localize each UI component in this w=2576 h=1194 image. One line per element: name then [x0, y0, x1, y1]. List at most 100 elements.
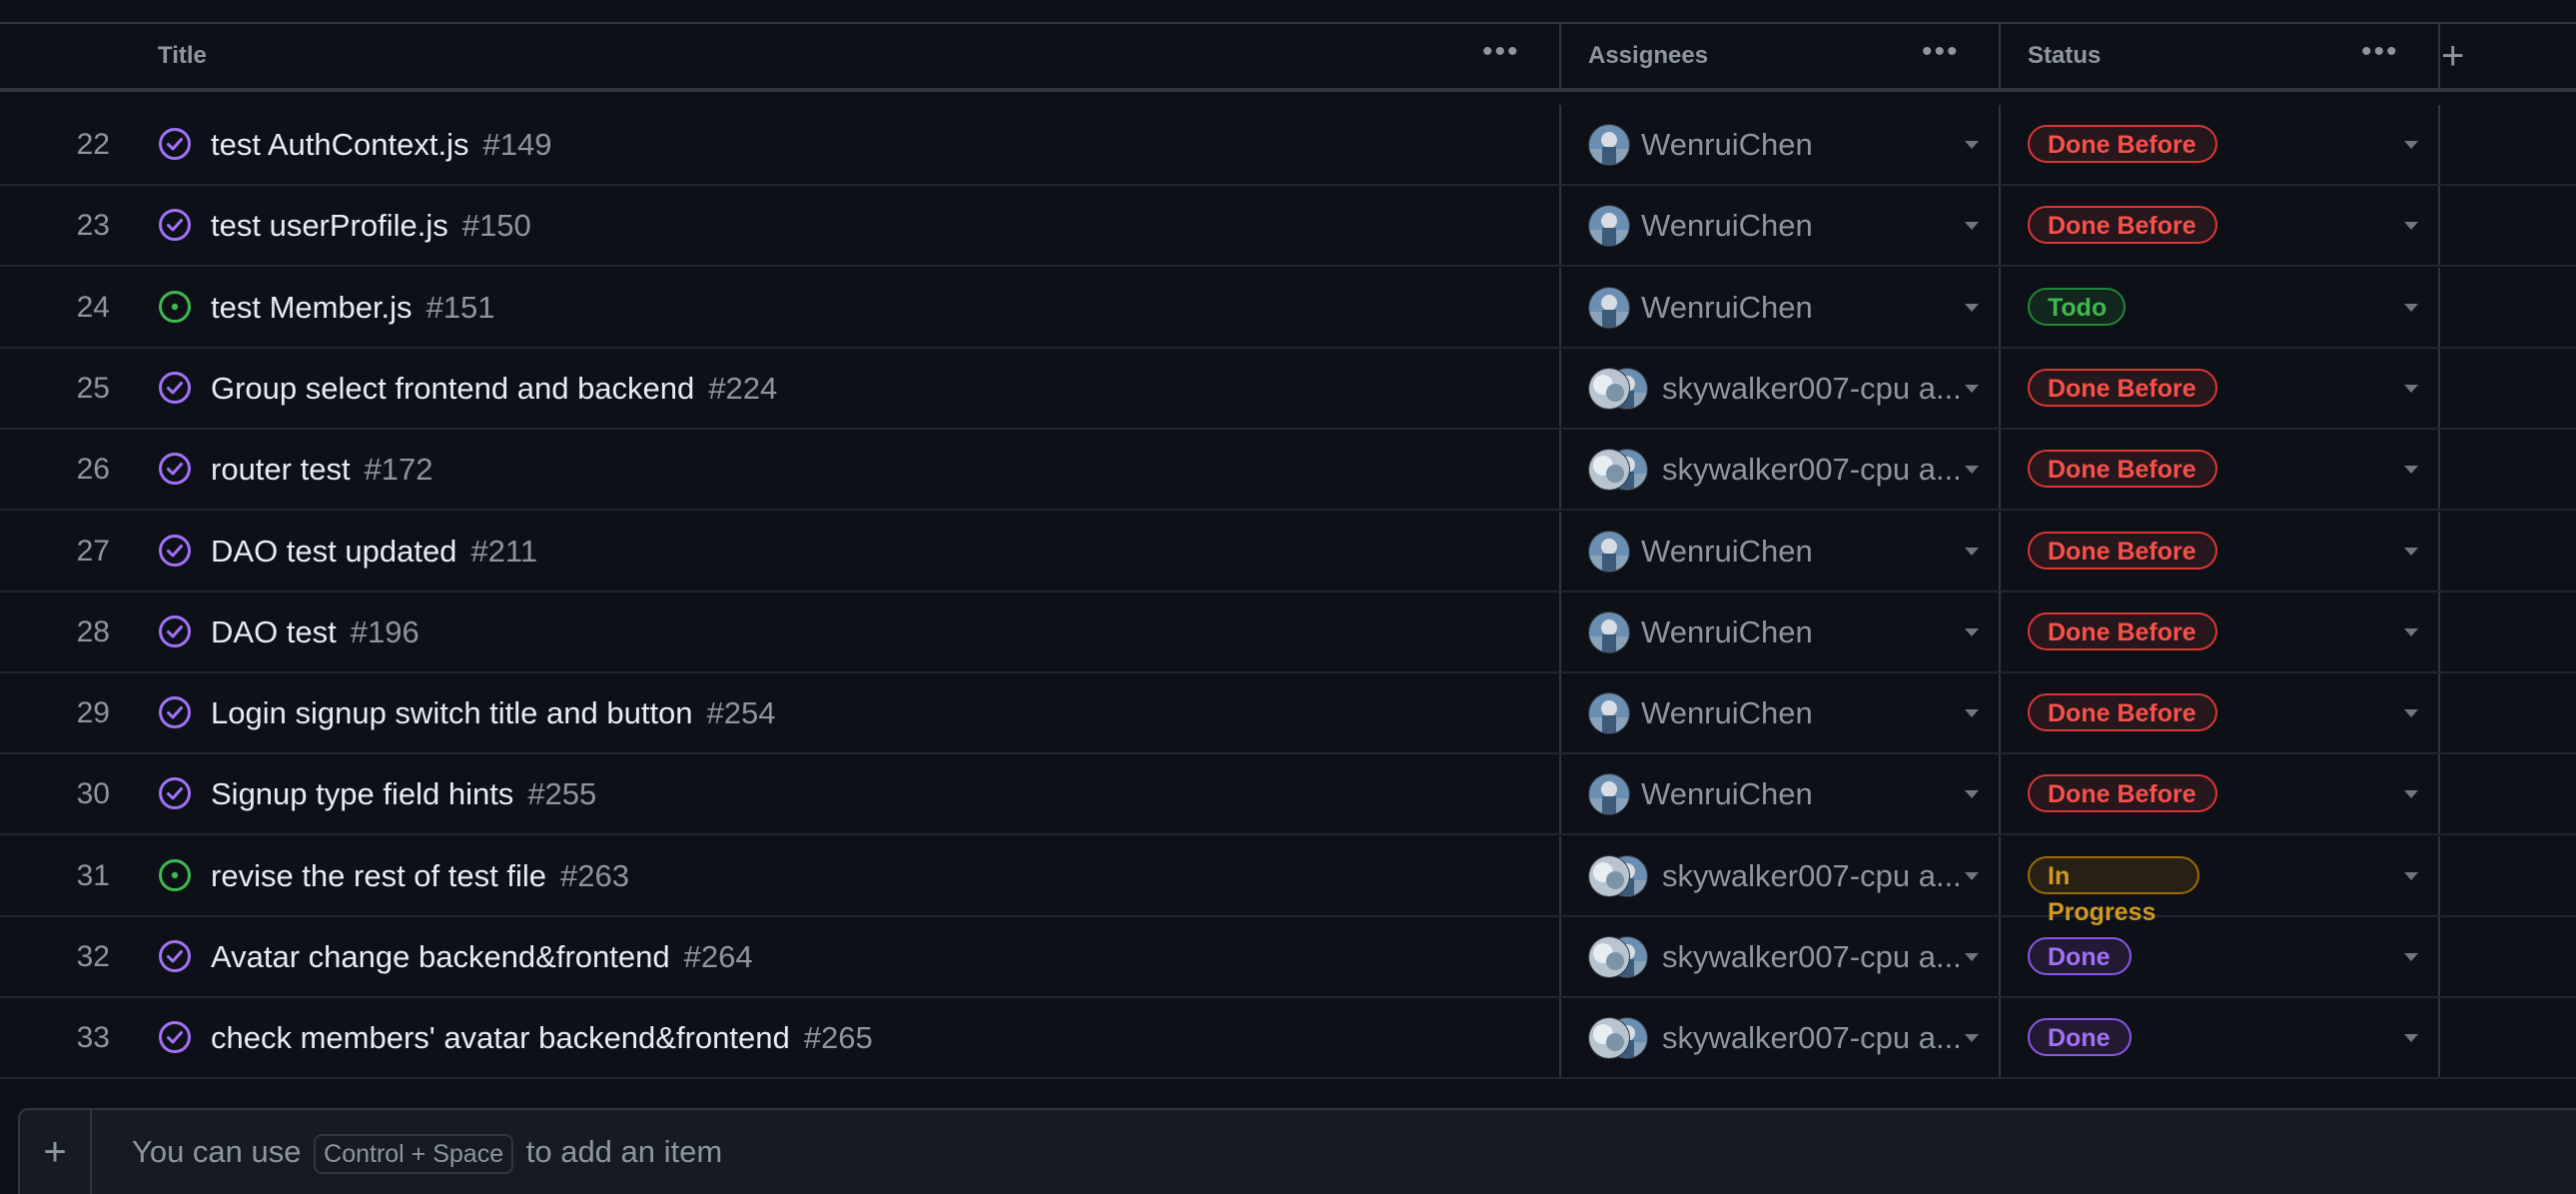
status-dropdown-caret-icon[interactable]: [2404, 709, 2418, 717]
table-row[interactable]: 28 DAO test #196 WenruiChen Done Before: [0, 593, 2576, 673]
issue-title-link[interactable]: DAO test updated: [211, 534, 456, 569]
assignees-dropdown-caret-icon[interactable]: [1965, 790, 1979, 798]
issue-number[interactable]: #224: [708, 371, 777, 406]
issue-title-cell[interactable]: revise the rest of test file #263: [211, 836, 629, 915]
assignee-name[interactable]: WenruiChen: [1641, 673, 1813, 752]
status-column-menu-icon[interactable]: •••: [2361, 37, 2399, 67]
assignee-name[interactable]: skywalker007-cpu a...: [1662, 998, 1962, 1077]
assignees-dropdown-caret-icon[interactable]: [1965, 304, 1979, 312]
issue-title-cell[interactable]: Signup type field hints #255: [211, 754, 596, 833]
issue-title-link[interactable]: Group select frontend and backend: [211, 371, 694, 406]
status-dropdown-caret-icon[interactable]: [2404, 790, 2418, 798]
status-badge[interactable]: In Progress: [2028, 856, 2199, 926]
status-dropdown-caret-icon[interactable]: [2404, 466, 2418, 474]
issue-title-cell[interactable]: test userProfile.js #150: [211, 186, 531, 265]
add-item-plus-icon[interactable]: +: [20, 1110, 92, 1194]
issue-title-cell[interactable]: test AuthContext.js #149: [211, 105, 551, 184]
issue-title-cell[interactable]: DAO test #196: [211, 593, 420, 671]
column-header-status[interactable]: Status: [2028, 24, 2101, 88]
issue-number[interactable]: #211: [470, 534, 537, 569]
status-badge[interactable]: Done Before: [2028, 532, 2217, 570]
issue-number[interactable]: #264: [684, 939, 753, 974]
issue-number[interactable]: #265: [804, 1020, 873, 1055]
assignees-dropdown-caret-icon[interactable]: [1965, 222, 1979, 230]
issue-title-cell[interactable]: Login signup switch title and button #254: [211, 673, 776, 752]
issue-title-cell[interactable]: router test #172: [211, 430, 433, 509]
column-header-title[interactable]: Title: [158, 24, 207, 88]
issue-number[interactable]: #150: [462, 208, 531, 243]
issue-title-link[interactable]: revise the rest of test file: [211, 858, 546, 893]
assignee-name[interactable]: WenruiChen: [1641, 593, 1813, 671]
issue-title-cell[interactable]: Avatar change backend&frontend #264: [211, 917, 753, 996]
assignees-column-menu-icon[interactable]: •••: [1922, 37, 1960, 67]
assignees-dropdown-caret-icon[interactable]: [1965, 385, 1979, 393]
add-item-hint[interactable]: You can use Control + Space to add an it…: [132, 1110, 722, 1194]
issue-title-link[interactable]: Avatar change backend&frontend: [211, 939, 670, 974]
table-row[interactable]: 22 test AuthContext.js #149 WenruiChen Do…: [0, 105, 2576, 186]
assignee-avatars[interactable]: [1588, 855, 1658, 897]
assignee-name[interactable]: WenruiChen: [1641, 512, 1813, 591]
table-row[interactable]: 32 Avatar change backend&frontend #264 sk…: [0, 917, 2576, 998]
issue-title-cell[interactable]: DAO test updated #211: [211, 512, 537, 591]
status-dropdown-caret-icon[interactable]: [2404, 141, 2418, 149]
column-divider[interactable]: [1559, 24, 1561, 88]
assignees-dropdown-caret-icon[interactable]: [1965, 1034, 1979, 1042]
status-dropdown-caret-icon[interactable]: [2404, 953, 2418, 961]
assignees-dropdown-caret-icon[interactable]: [1965, 628, 1979, 636]
assignees-dropdown-caret-icon[interactable]: [1965, 709, 1979, 717]
status-badge[interactable]: Done: [2028, 1018, 2132, 1056]
issue-title-cell[interactable]: check members' avatar backend&frontend #2…: [211, 998, 873, 1077]
issue-number[interactable]: #196: [351, 614, 420, 649]
table-row[interactable]: 25 Group select frontend and backend #224…: [0, 349, 2576, 430]
status-dropdown-caret-icon[interactable]: [2404, 222, 2418, 230]
assignee-name[interactable]: WenruiChen: [1641, 105, 1813, 184]
status-badge[interactable]: Todo: [2028, 288, 2126, 326]
table-row[interactable]: 31 revise the rest of test file #263 skyw…: [0, 836, 2576, 926]
status-badge[interactable]: Done Before: [2028, 369, 2217, 407]
column-header-assignees[interactable]: Assignees: [1588, 24, 1708, 88]
add-field-plus-icon[interactable]: +: [2441, 34, 2464, 78]
assignee-avatars[interactable]: [1588, 368, 1658, 410]
issue-title-link[interactable]: test Member.js: [211, 290, 413, 325]
issue-title-link[interactable]: test userProfile.js: [211, 208, 448, 243]
assignees-dropdown-caret-icon[interactable]: [1965, 548, 1979, 556]
status-badge[interactable]: Done Before: [2028, 612, 2217, 650]
table-row[interactable]: 27 DAO test updated #211 WenruiChen Done …: [0, 512, 2576, 593]
assignees-dropdown-caret-icon[interactable]: [1965, 953, 1979, 961]
assignee-name[interactable]: skywalker007-cpu a...: [1662, 917, 1962, 996]
status-badge[interactable]: Done Before: [2028, 693, 2217, 731]
status-badge[interactable]: Done Before: [2028, 774, 2217, 812]
column-divider[interactable]: [2438, 24, 2440, 88]
assignees-dropdown-caret-icon[interactable]: [1965, 466, 1979, 474]
status-badge[interactable]: Done Before: [2028, 125, 2217, 163]
issue-number[interactable]: #254: [707, 695, 776, 730]
table-row[interactable]: 26 router test #172 skywalker007-cpu a...…: [0, 430, 2576, 511]
status-dropdown-caret-icon[interactable]: [2404, 872, 2418, 880]
status-badge[interactable]: Done: [2028, 937, 2132, 975]
assignee-name[interactable]: skywalker007-cpu a...: [1662, 836, 1962, 915]
table-row[interactable]: 29 Login signup switch title and button #…: [0, 673, 2576, 754]
issue-title-cell[interactable]: test Member.js #151: [211, 268, 495, 347]
assignee-name[interactable]: skywalker007-cpu a...: [1662, 430, 1962, 509]
issue-title-link[interactable]: DAO test: [211, 614, 337, 649]
column-divider[interactable]: [1999, 24, 2001, 88]
status-badge[interactable]: Done Before: [2028, 450, 2217, 488]
issue-title-link[interactable]: Signup type field hints: [211, 776, 513, 811]
table-row[interactable]: 33 check members' avatar backend&fronten…: [0, 998, 2576, 1079]
status-badge[interactable]: Done Before: [2028, 206, 2217, 244]
status-dropdown-caret-icon[interactable]: [2404, 548, 2418, 556]
issue-number[interactable]: #172: [365, 452, 433, 487]
assignee-name[interactable]: WenruiChen: [1641, 186, 1813, 265]
assignees-dropdown-caret-icon[interactable]: [1965, 141, 1979, 149]
table-row[interactable]: 23 test userProfile.js #150 WenruiChen Do…: [0, 186, 2576, 267]
assignee-avatars[interactable]: [1588, 449, 1658, 491]
add-item-bar[interactable]: + You can use Control + Space to add an …: [18, 1108, 2576, 1194]
issue-title-link[interactable]: Login signup switch title and button: [211, 695, 693, 730]
assignee-name[interactable]: WenruiChen: [1641, 268, 1813, 347]
table-row[interactable]: 24 test Member.js #151 WenruiChen Todo: [0, 268, 2576, 349]
issue-title-link[interactable]: router test: [211, 452, 351, 487]
issue-number[interactable]: #151: [427, 290, 495, 325]
status-dropdown-caret-icon[interactable]: [2404, 1034, 2418, 1042]
assignee-avatars[interactable]: [1588, 936, 1658, 978]
issue-title-link[interactable]: check members' avatar backend&frontend: [211, 1020, 790, 1055]
